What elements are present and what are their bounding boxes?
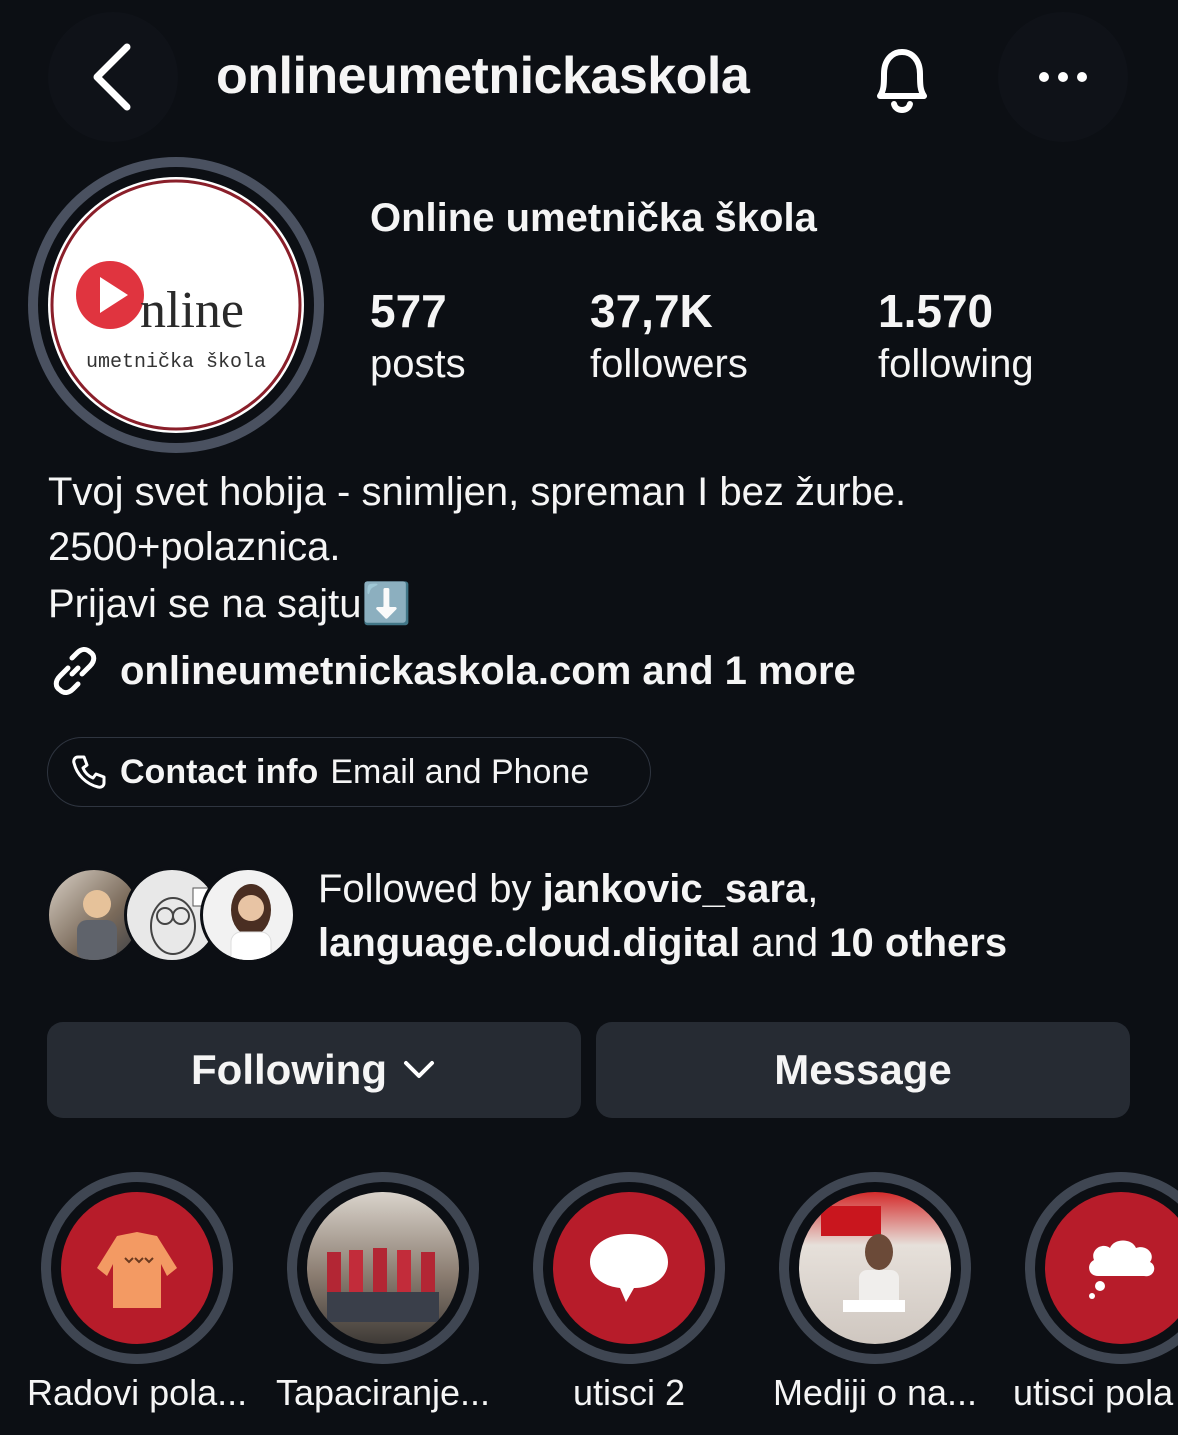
link-icon [53,647,97,695]
highlight-label[interactable]: utisci 2 [519,1372,739,1414]
message-button-label: Message [774,1046,952,1093]
followed-by-others[interactable]: 10 others [829,921,1007,965]
bio-line: Prijavi se na sajtu⬇️ [48,582,412,626]
highlight-label[interactable]: utisci pola [1013,1372,1178,1414]
following-label[interactable]: following [878,342,1034,387]
following-button[interactable]: Following [47,1022,581,1118]
logo-text-line1: nline [140,282,244,339]
more-dots-icon [1039,72,1087,82]
highlight-item[interactable] [779,1172,971,1364]
highlight-item[interactable] [1025,1172,1178,1364]
bio-line: Tvoj svet hobija - snimljen, spreman I b… [48,470,907,514]
thought-bubble-icon [1089,1240,1155,1299]
profile-avatar[interactable]: nline umetnička škola [28,157,324,453]
phone-icon [72,755,106,789]
back-button[interactable] [48,12,178,142]
link-text[interactable]: onlineumetnickaskola.com and 1 more [120,649,856,694]
highlight-label[interactable]: Mediji o na... [765,1372,985,1414]
posts-label[interactable]: posts [370,342,466,387]
followed-by-separator: , [807,867,819,911]
highlight-label[interactable]: Tapaciranje... [273,1372,493,1414]
speech-bubble-icon [590,1234,668,1302]
follower-avatar[interactable] [200,867,296,963]
following-count[interactable]: 1.570 [878,284,993,338]
highlight-item[interactable] [41,1172,233,1364]
sweater-icon [97,1232,177,1308]
bio-line: 2500+polaznica. [48,525,341,569]
followed-by-prefix: Followed by [318,867,543,911]
highlight-item[interactable] [533,1172,725,1364]
contact-info-label: Contact info [120,752,319,791]
chevron-down-icon [403,1061,434,1078]
profile-username: onlineumetnickaskola [216,47,750,105]
brand-logo: nline umetnička škola [48,177,304,433]
followed-by-user[interactable]: jankovic_sara [543,867,808,911]
chevron-left-icon [93,43,131,111]
profile-display-name: Online umetnička škola [370,196,817,240]
highlight-label[interactable]: Radovi pola... [27,1372,247,1414]
tv-screenshot-icon [821,1206,905,1312]
contact-info-button[interactable]: Contact info Email and Phone [47,737,651,807]
group-photo-icon [327,1248,439,1322]
logo-text-line2: umetnička škola [86,351,266,374]
followers-count[interactable]: 37,7K [590,284,713,338]
contact-info-sub: Email and Phone [330,752,590,791]
message-button[interactable]: Message [596,1022,1130,1118]
followed-by-and: and [740,921,830,965]
posts-count[interactable]: 577 [370,284,447,338]
followers-label[interactable]: followers [590,342,748,387]
followed-by-text[interactable]: Followed by jankovic_sara, language.clou… [318,862,1158,970]
bell-icon[interactable] [866,40,938,120]
highlight-item[interactable] [287,1172,479,1364]
followed-by-user[interactable]: language.cloud.digital [318,921,740,965]
profile-link[interactable]: onlineumetnickaskola.com and 1 more [48,644,856,698]
more-options-button[interactable] [998,12,1128,142]
following-button-label: Following [191,1046,387,1093]
